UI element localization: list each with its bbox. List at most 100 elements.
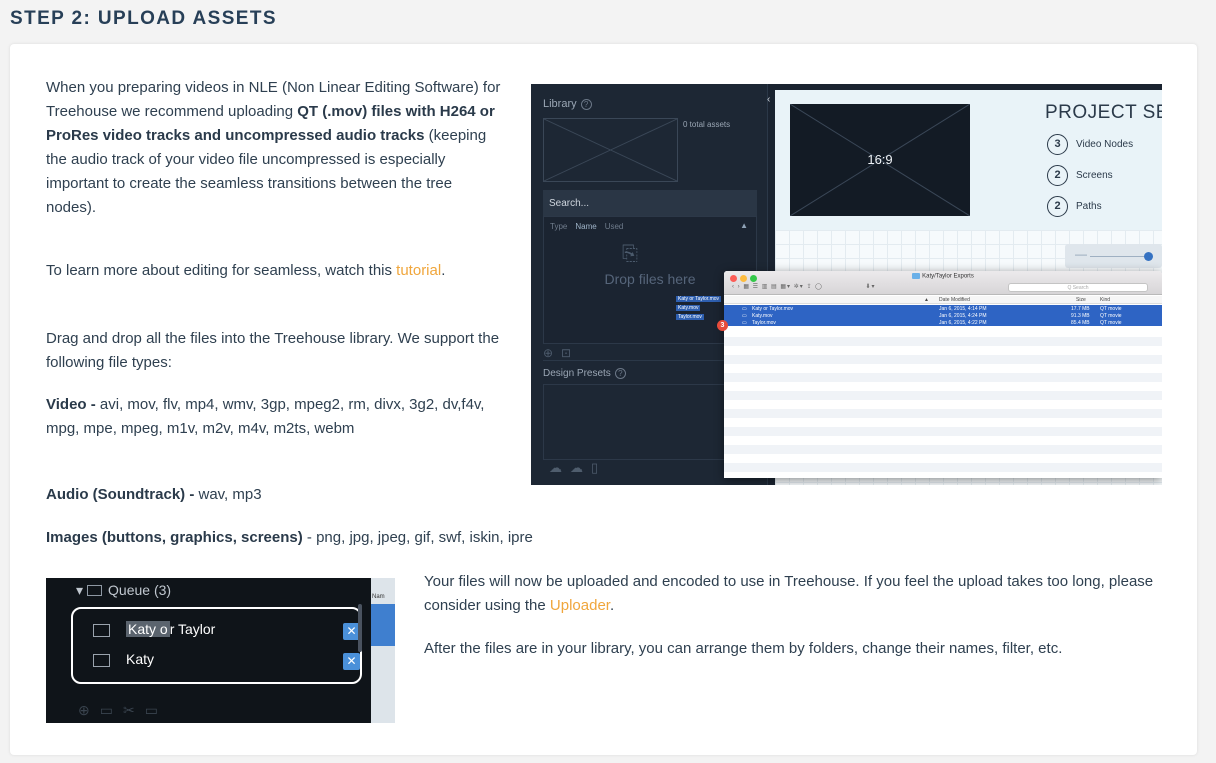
queue-toolbar-icons[interactable]: ⊕▭✂▭ [78,702,168,719]
scrollbar[interactable] [358,604,362,652]
audio-types-list: wav, mp3 [198,486,262,503]
header-kind[interactable]: Kind [1100,297,1110,303]
stat-label: Screens [1076,170,1113,182]
library-thumbnail-placeholder [543,118,678,182]
arrange-paragraph: After the files are in your library, you… [424,640,1063,657]
editor-screenshot: Library? 0 total assets Search... Type Na… [531,84,1162,485]
help-icon[interactable]: ? [614,368,626,379]
finder-view-buttons[interactable]: ‹ › ▦ ☰ ▥ ▤ ▦▾ ✲▾ ⇪ ◯ ⬇▾ [732,283,876,290]
help-icon[interactable]: ? [580,98,592,110]
side-column-label: Nam [372,594,385,600]
queue-item[interactable]: Katy or Taylor [93,621,215,637]
aspect-ratio-label: 16:9 [867,152,893,167]
file-name: Taylor.mov [752,320,776,326]
stat-count: 2 [1047,196,1068,217]
empty-row [724,391,1162,400]
intro-paragraph: When you preparing videos in NLE (Non Li… [46,76,501,220]
queue-item-label: Katy [126,651,155,667]
uploader-link[interactable]: Uploader [550,597,610,614]
tutorial-paragraph: To learn more about editing for seamless… [46,259,501,283]
remove-icon[interactable]: ✕ [343,653,360,670]
empty-row [724,337,1162,346]
images-types-list: - png, jpg, jpeg, gif, swf, iskin, ipre [302,529,533,546]
empty-row [724,427,1162,436]
zoom-out-icon[interactable]: — [1075,247,1087,261]
queue-title: Queue (3) [108,582,172,598]
audio-label: Audio (Soundtrack) - [46,486,199,503]
tutorial-text: To learn more about editing for seamless… [46,262,397,279]
queue-item[interactable]: Katy [93,651,154,667]
finder-toolbar: Katy/Taylor Exports ‹ › ▦ ☰ ▥ ▤ ▦▾ ✲▾ ⇪ … [724,271,1162,295]
video-file-icon [93,653,110,667]
drop-document-icon: ⎘ [622,243,638,265]
drag-preview-label: Katy or Taylor.mov [676,296,722,302]
drag-preview-label: Katy.mov [676,305,701,311]
file-icon: ▭ [742,320,747,326]
stat-screens: 2 Screens [1047,165,1113,186]
audio-types: Audio (Soundtrack) - wav, mp3 [46,483,516,507]
library-title-text: Library [543,98,577,110]
video-file-icon [93,623,110,637]
zoom-handle[interactable] [1144,252,1153,261]
col-name[interactable]: Name [575,222,596,231]
finder-window: Katy/Taylor Exports ‹ › ▦ ☰ ▥ ▤ ▦▾ ✲▾ ⇪ … [724,271,1162,478]
finder-title: Katy/Taylor Exports [724,273,1162,280]
finder-row[interactable]: ▭ Katy.mov Jan 6, 2015, 4:24 PM 91.3 MB … [724,312,1162,319]
disclosure-triangle-icon[interactable]: ▾ [76,582,83,598]
drag-count-badge: 3 [717,320,728,331]
design-presets-text: Design Presets [543,368,611,380]
sort-indicator-icon[interactable]: ▲ [924,297,929,303]
finder-search-input[interactable]: Q Search [1008,283,1148,292]
step-title: STEP 2: UPLOAD ASSETS [10,8,277,29]
col-used[interactable]: Used [605,222,624,231]
upload-cloud-icon[interactable]: ☁☁▯ [549,460,606,476]
total-assets-count: 0 total assets [683,120,731,129]
stat-count: 2 [1047,165,1068,186]
empty-row [724,355,1162,364]
finder-row[interactable]: ▭ Taylor.mov Jan 6, 2015, 4:22 PM 85.4 M… [724,319,1162,326]
file-kind: QT movie [1100,320,1122,326]
empty-row [724,373,1162,382]
col-type[interactable]: Type [550,222,567,231]
finder-title-text: Katy/Taylor Exports [922,273,974,280]
library-tools-icons[interactable]: ⊕⊡ [543,346,579,360]
zoom-track[interactable] [1090,256,1145,257]
upload-info-text-tail: . [609,597,615,614]
library-title: Library? [543,98,592,110]
drag-preview-label: Taylor.mov [676,314,704,320]
collapse-chevron-icon[interactable]: ‹ [767,94,770,105]
stat-label: Video Nodes [1076,139,1134,151]
image-types: Images (buttons, graphics, screens) - pn… [46,526,946,550]
file-size: 85.4 MB [1071,320,1090,326]
content-card: When you preparing videos in NLE (Non Li… [10,44,1197,755]
header-size[interactable]: Size [1076,297,1086,303]
tutorial-link[interactable]: tutorial [396,262,441,279]
images-label: Images (buttons, graphics, screens) [46,529,303,546]
finder-column-headers: ▲ Date Modified Size Kind [724,296,1162,304]
side-panel-selection [371,604,395,646]
finder-row[interactable]: ▭ Katy or Taylor.mov Jan 6, 2015, 4:14 P… [724,305,1162,312]
stat-count: 3 [1047,134,1068,155]
drag-drop-paragraph: Drag and drop all the files into the Tre… [46,330,500,371]
file-date: Jan 6, 2015, 4:22 PM [939,320,987,326]
files-column-header: Type Name Used [550,222,623,231]
queue-screenshot: ▾ Queue (3) Nam Katy or Taylor ✕ Katy ✕ ⊕… [46,578,395,723]
header-date[interactable]: Date Modified [939,297,970,303]
video-types-list: avi, mov, flv, mp4, wmv, 3gp, mpeg2, rm,… [46,396,485,437]
stat-paths: 2 Paths [1047,196,1102,217]
queue-item-label-selected: Katy o [126,621,170,637]
empty-row [724,463,1162,472]
queue-highlight-box: Katy or Taylor ✕ Katy ✕ [71,607,362,684]
stat-label: Paths [1076,201,1102,213]
zoom-slider[interactable]: — [1065,244,1162,268]
empty-row [724,409,1162,418]
queue-header[interactable]: ▾ Queue (3) [76,582,171,599]
project-settings-title: PROJECT SET [1045,102,1162,123]
aspect-ratio-preview: 16:9 [790,104,970,216]
sort-arrow-icon[interactable]: ▲ [740,221,748,230]
video-label: Video - [46,396,100,413]
queue-item-label: r Taylor [169,621,216,637]
upload-info-paragraph: Your files will now be uploaded and enco… [424,570,1164,618]
folder-icon [912,273,921,279]
library-search-input[interactable]: Search... [543,190,757,216]
